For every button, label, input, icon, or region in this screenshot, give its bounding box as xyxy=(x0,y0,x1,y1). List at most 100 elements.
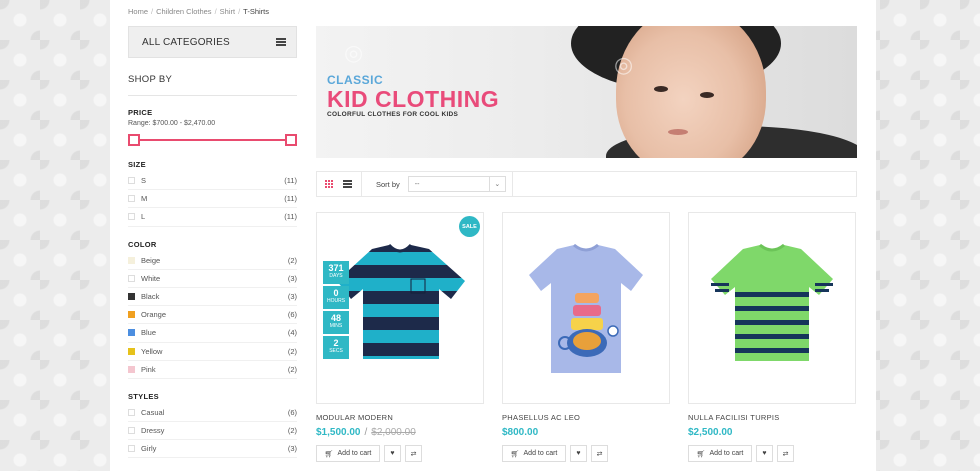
add-to-cart-label: Add to cart xyxy=(523,450,558,457)
filter-item-color-pink[interactable]: Pink (2) xyxy=(128,361,297,379)
checkbox[interactable] xyxy=(128,408,135,416)
wishlist-button[interactable]: ♥ xyxy=(384,445,401,462)
chevron-down-icon: ⌄ xyxy=(488,177,505,191)
color-swatch[interactable] xyxy=(128,311,135,319)
wishlist-button[interactable]: ♥ xyxy=(756,445,773,462)
shuffle-icon: ⇄ xyxy=(410,450,417,458)
styles-filter-list: Casual (6) Dressy (2) Girly (3) xyxy=(128,404,297,459)
filter-item-color-black[interactable]: Black (3) xyxy=(128,288,297,307)
grid-view-button[interactable] xyxy=(323,178,335,190)
filter-item-style-casual[interactable]: Casual (6) xyxy=(128,404,297,423)
banner-text: CLASSIC KID CLOTHING COLORFUL CLOTHES FO… xyxy=(327,73,499,118)
filter-item-color-beige[interactable]: Beige (2) xyxy=(128,252,297,270)
sort-select[interactable]: -- ⌄ xyxy=(407,176,506,192)
add-to-cart-button[interactable]: 🛒︎ Add to cart xyxy=(316,445,380,462)
heart-icon: ♥ xyxy=(762,450,767,457)
color-swatch[interactable] xyxy=(128,256,135,264)
filter-count: (2) xyxy=(287,364,297,374)
product-image[interactable] xyxy=(688,212,856,404)
compare-button[interactable]: ⇄ xyxy=(777,445,794,462)
filter-label: S xyxy=(141,176,147,186)
striped-tshirt-green-icon xyxy=(711,243,833,361)
banner-photo-mouth xyxy=(668,129,688,135)
breadcrumb-children-clothes[interactable]: Children Clothes xyxy=(156,7,211,16)
checkbox[interactable] xyxy=(128,177,135,185)
add-to-cart-button[interactable]: 🛒︎ Add to cart xyxy=(502,445,566,462)
product-price-row: $800.00 xyxy=(502,427,670,438)
filter-count: (11) xyxy=(284,176,297,186)
product-image[interactable] xyxy=(502,212,670,404)
filter-item-color-yellow[interactable]: Yellow (2) xyxy=(128,343,297,361)
breadcrumb-home[interactable]: Home xyxy=(128,7,148,16)
compare-button[interactable]: ⇄ xyxy=(591,445,608,462)
checkbox[interactable] xyxy=(128,427,135,435)
product-actions: 🛒︎ Add to cart ♥ ⇄ xyxy=(502,445,670,462)
sale-badge: SALE xyxy=(459,216,480,237)
checkbox[interactable] xyxy=(128,213,135,221)
filter-label: Dressy xyxy=(141,426,165,436)
price-slider-max-handle[interactable] xyxy=(285,134,297,146)
filter-label: White xyxy=(141,273,161,283)
heart-icon: ♥ xyxy=(390,450,395,457)
wishlist-button[interactable]: ♥ xyxy=(570,445,587,462)
breadcrumb-shirt[interactable]: Shirt xyxy=(220,7,235,16)
color-swatch[interactable] xyxy=(128,274,135,282)
color-swatch[interactable] xyxy=(128,347,135,355)
breadcrumb-separator: / xyxy=(214,7,217,16)
color-swatch[interactable] xyxy=(128,365,135,373)
size-filter-list: S (11) M (11) L (11) xyxy=(128,172,297,227)
countdown-value: 2 xyxy=(333,338,339,348)
checkbox[interactable] xyxy=(128,195,135,203)
sort-select-value: -- xyxy=(414,180,420,188)
all-categories-button[interactable]: ALL CATEGORIES xyxy=(128,26,297,58)
divider xyxy=(361,171,362,197)
category-banner: ◎ ◎ CLASSIC KID CLOTHING COLORFUL CLOTHE… xyxy=(316,26,857,158)
add-to-cart-label: Add to cart xyxy=(337,450,372,457)
color-swatch[interactable] xyxy=(128,329,135,337)
price-slider-min-handle[interactable] xyxy=(128,134,140,146)
countdown-unit: HOURS xyxy=(326,298,346,304)
filter-item-style-girly[interactable]: Girly (3) xyxy=(128,440,297,459)
list-view-button[interactable] xyxy=(341,178,353,190)
filter-item-color-white[interactable]: White (3) xyxy=(128,270,297,288)
product-card: SALE 371 DAYS 0 HOURS 48 MINS 2 SECS MODULAR… xyxy=(316,212,484,462)
filter-item-size-m[interactable]: M (11) xyxy=(128,190,297,209)
compare-button[interactable]: ⇄ xyxy=(405,445,422,462)
countdown-value: 0 xyxy=(333,288,339,298)
filter-item-size-s[interactable]: S (11) xyxy=(128,172,297,191)
filter-count: (3) xyxy=(287,444,297,454)
countdown-unit: DAYS xyxy=(329,273,343,279)
product-image[interactable]: SALE 371 DAYS 0 HOURS 48 MINS 2 SECS xyxy=(316,212,484,404)
checkbox[interactable] xyxy=(128,445,135,453)
filter-label: Casual xyxy=(141,407,165,417)
product-old-price: $2,000.00 xyxy=(371,427,416,438)
filter-label: Black xyxy=(141,292,160,302)
color-swatch[interactable] xyxy=(128,293,135,301)
countdown-hours: 0 HOURS xyxy=(323,286,349,309)
filter-label: Orange xyxy=(141,310,167,320)
filter-count: (2) xyxy=(287,346,297,356)
countdown-secs: 2 SECS xyxy=(323,336,349,359)
add-to-cart-button[interactable]: 🛒︎ Add to cart xyxy=(688,445,752,462)
product-price: $800.00 xyxy=(502,427,539,438)
filter-label: L xyxy=(141,212,146,222)
filter-item-color-blue[interactable]: Blue (4) xyxy=(128,324,297,343)
filter-count: (11) xyxy=(284,212,297,222)
shuffle-icon: ⇄ xyxy=(596,450,603,458)
filter-item-style-dressy[interactable]: Dressy (2) xyxy=(128,422,297,441)
sort-by-label: Sort by xyxy=(376,179,400,189)
price-slider[interactable] xyxy=(128,133,297,147)
product-card: NULLA FACILISI TURPIS $2,500.00 🛒︎ Add to… xyxy=(688,212,856,462)
product-name[interactable]: PHASELLUS AC LEO xyxy=(502,413,670,422)
filter-label: Yellow xyxy=(141,346,163,356)
filter-count: (6) xyxy=(287,310,297,320)
product-name[interactable]: NULLA FACILISI TURPIS xyxy=(688,413,856,422)
filter-item-size-l[interactable]: L (11) xyxy=(128,208,297,227)
countdown-unit: SECS xyxy=(329,348,343,354)
product-name[interactable]: MODULAR MODERN xyxy=(316,413,484,422)
shuffle-icon: ⇄ xyxy=(782,450,789,458)
cart-icon: 🛒︎ xyxy=(696,450,706,458)
shop-by-heading: SHOP BY xyxy=(128,74,297,96)
filter-item-color-orange[interactable]: Orange (6) xyxy=(128,306,297,325)
filter-label: Beige xyxy=(141,255,161,265)
